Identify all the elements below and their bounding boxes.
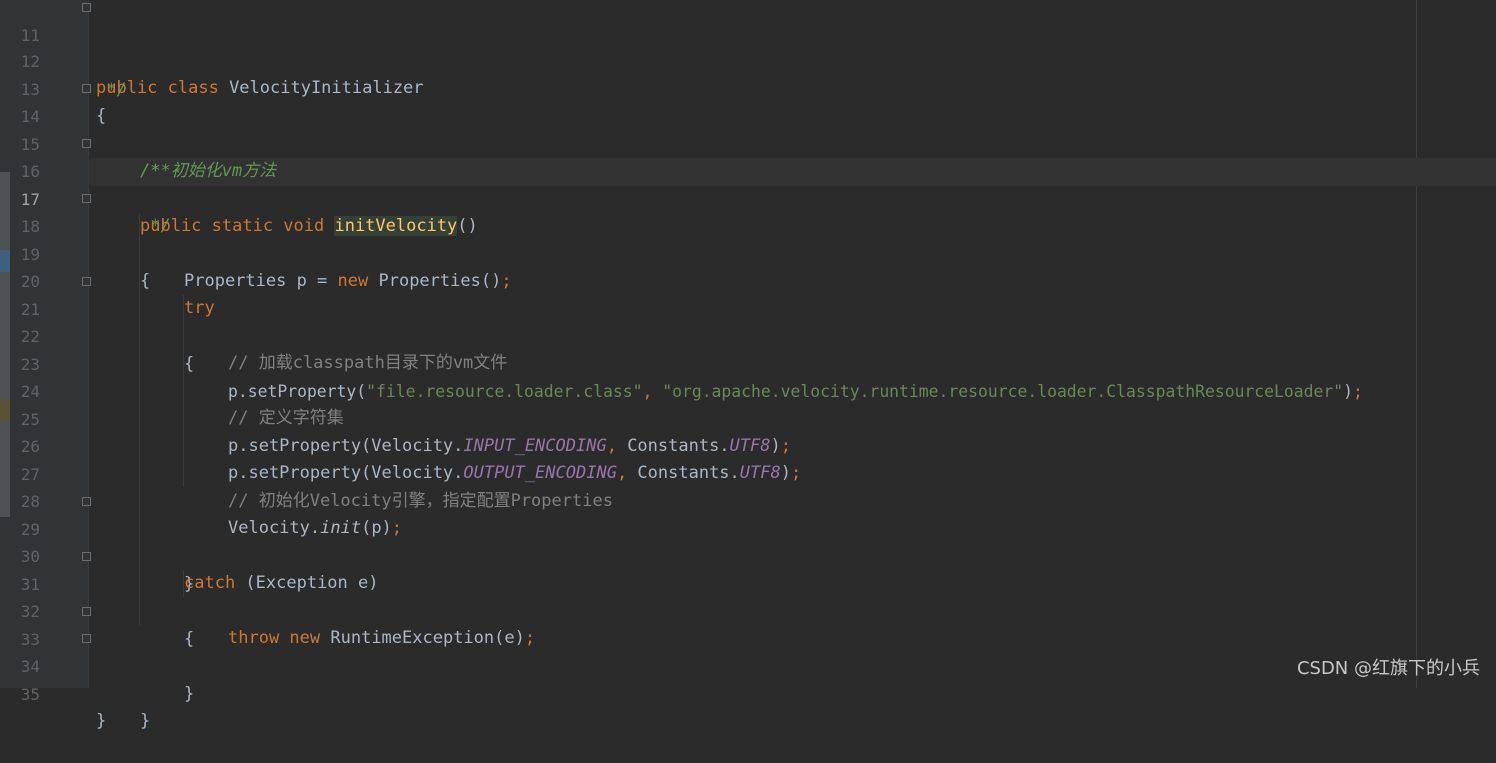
- fold-marker-icon[interactable]: [82, 139, 91, 148]
- code-line[interactable]: 26 p.setProperty(Velocity.OUTPUT_ENCODIN…: [0, 405, 1496, 484]
- fold-marker-icon[interactable]: [82, 497, 91, 506]
- code-editor[interactable]: 11 */ 12 public class VelocityInitialize…: [0, 0, 1496, 732]
- code-line[interactable]: 15 * 初始化vm方法: [0, 103, 1496, 182]
- code-line[interactable]: 13 {: [0, 48, 1496, 127]
- fold-marker-icon[interactable]: [82, 552, 91, 561]
- fold-marker-icon[interactable]: [82, 607, 91, 616]
- code-line[interactable]: 35 }: [0, 653, 1496, 732]
- code-line[interactable]: 18 {: [0, 185, 1496, 291]
- brace: }: [96, 711, 107, 731]
- code-line[interactable]: 30 catch (Exception e): [0, 515, 1496, 594]
- code-line[interactable]: 33 }: [0, 598, 1496, 704]
- fold-marker-icon[interactable]: [82, 634, 91, 643]
- fold-marker-icon[interactable]: [82, 277, 91, 286]
- code-line[interactable]: 19 Properties p = new Properties();: [0, 213, 1496, 292]
- code-line[interactable]: 21 {: [0, 268, 1496, 374]
- fold-marker-icon[interactable]: [82, 3, 91, 12]
- code-line[interactable]: 29 }: [0, 488, 1496, 594]
- code-line[interactable]: 16 */: [0, 130, 1496, 236]
- code-line[interactable]: 31 {: [0, 543, 1496, 649]
- code-line[interactable]: 11 */: [0, 0, 1496, 100]
- code-line[interactable]: 24 // 定义字符集: [0, 350, 1496, 429]
- watermark: CSDN @红旗下的小兵: [1296, 658, 1480, 679]
- code-line-active[interactable]: 17 public static void initVelocity(): [0, 158, 1496, 236]
- line-number: 35: [20, 684, 40, 704]
- code-line[interactable]: 32 throw new RuntimeException(e);: [0, 570, 1496, 649]
- code-line[interactable]: 14 /**: [0, 75, 1496, 181]
- code-line[interactable]: 23 p.setProperty("file.resource.loader.c…: [0, 323, 1496, 402]
- fold-marker-icon[interactable]: [82, 194, 91, 203]
- code-line[interactable]: 12 public class VelocityInitializer: [0, 20, 1496, 99]
- code-line[interactable]: 27 // 初始化Velocity引擎，指定配置Properties: [0, 433, 1496, 512]
- brace: }: [140, 710, 151, 731]
- code-line[interactable]: 34 }: [0, 625, 1496, 731]
- brace: }: [184, 683, 195, 704]
- code-line[interactable]: 22 // 加载classpath目录下的vm文件: [0, 295, 1496, 374]
- fold-marker-icon[interactable]: [82, 84, 91, 93]
- code-line[interactable]: 25 p.setProperty(Velocity.INPUT_ENCODING…: [0, 378, 1496, 457]
- code-line[interactable]: 28 Velocity.init(p);: [0, 460, 1496, 539]
- code-line[interactable]: 20 try: [0, 240, 1496, 319]
